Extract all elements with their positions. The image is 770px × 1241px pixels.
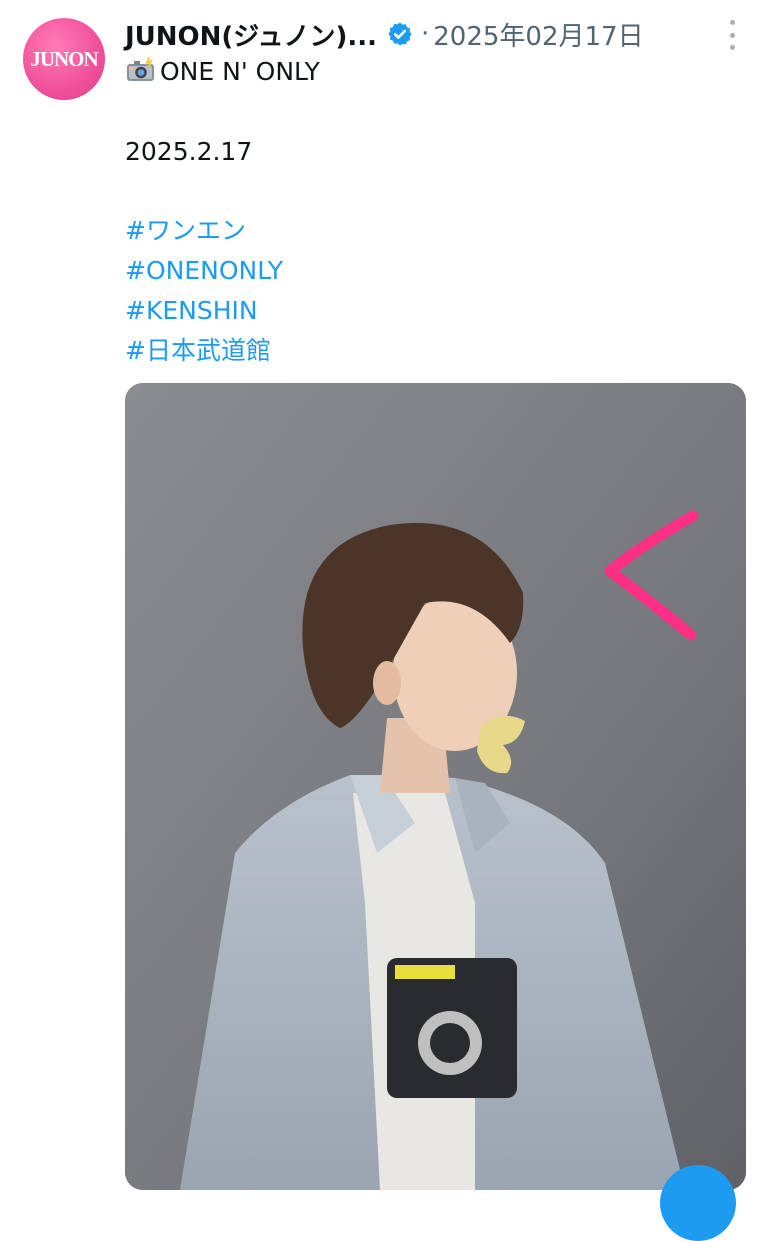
hashtag-link[interactable]: #KENSHIN <box>125 296 258 326</box>
tweet-text-date: 2025.2.17 <box>125 137 253 166</box>
compose-button[interactable] <box>660 1165 736 1241</box>
tweet-header: JUNON(ジュノン)... · 2025年02月17日 <box>125 14 685 54</box>
camera-with-flash-icon <box>125 56 157 83</box>
tweet-text-line1: ONE N' ONLY <box>125 56 320 87</box>
author-avatar[interactable]: JUNON <box>23 18 105 100</box>
tweet-date[interactable]: 2025年02月17日 <box>433 16 643 53</box>
hashtag-link[interactable]: #ワンエン <box>125 216 246 246</box>
separator-dot: · <box>421 19 430 49</box>
verified-badge-icon <box>387 21 413 47</box>
tweet-text-title: ONE N' ONLY <box>160 57 320 86</box>
hashtag-link[interactable]: #ONENONLY <box>125 256 283 286</box>
more-options-icon[interactable] <box>720 20 744 50</box>
author-name[interactable]: JUNON(ジュノン)... <box>125 16 377 53</box>
tweet-photo[interactable] <box>125 383 746 1190</box>
avatar-logo-text: JUNON <box>30 46 98 71</box>
hashtag-link[interactable]: #日本武道館 <box>125 336 271 366</box>
